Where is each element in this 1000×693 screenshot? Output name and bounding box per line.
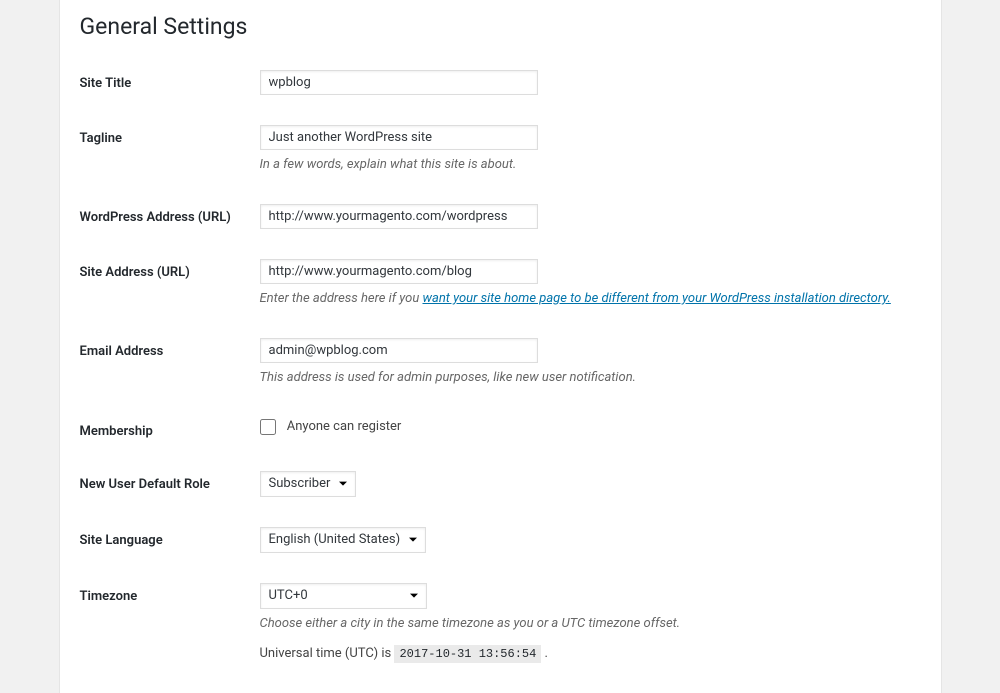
timezone-select[interactable]: UTC+0 [260,583,427,609]
site-language-label: Site Language [80,517,260,573]
site-title-input[interactable] [260,70,538,95]
tagline-input[interactable] [260,125,538,150]
utc-time-value: 2017-10-31 13:56:54 [394,645,541,663]
membership-checkbox[interactable] [260,419,276,435]
default-role-label: New User Default Role [80,461,260,517]
default-role-select[interactable]: Subscriber [260,471,356,497]
site-title-label: Site Title [80,60,260,115]
utc-time-line: Universal time (UTC) is 2017-10-31 13:56… [260,645,911,663]
site-address-desc-link[interactable]: want your site home page to be different… [422,291,890,306]
wp-address-input[interactable] [260,204,538,229]
utc-text-suffix: . [541,646,548,661]
site-address-description: Enter the address here if you want your … [260,290,911,308]
email-description: This address is used for admin purposes,… [260,369,911,387]
utc-text-prefix: Universal time (UTC) is [260,646,395,661]
site-address-input[interactable] [260,259,538,284]
timezone-label: Timezone [80,573,260,683]
tagline-label: Tagline [80,115,260,194]
page-title: General Settings [80,10,921,40]
settings-form-table: Site Title Tagline In a few words, expla… [80,60,921,683]
timezone-description: Choose either a city in the same timezon… [260,615,911,633]
email-input[interactable] [260,338,538,363]
site-address-label: Site Address (URL) [80,249,260,328]
membership-label: Membership [80,408,260,461]
site-address-desc-prefix: Enter the address here if you [260,291,423,306]
email-label: Email Address [80,328,260,407]
wp-address-label: WordPress Address (URL) [80,194,260,249]
membership-checkbox-label: Anyone can register [287,419,402,434]
site-language-select[interactable]: English (United States) [260,527,426,553]
tagline-description: In a few words, explain what this site i… [260,156,911,174]
